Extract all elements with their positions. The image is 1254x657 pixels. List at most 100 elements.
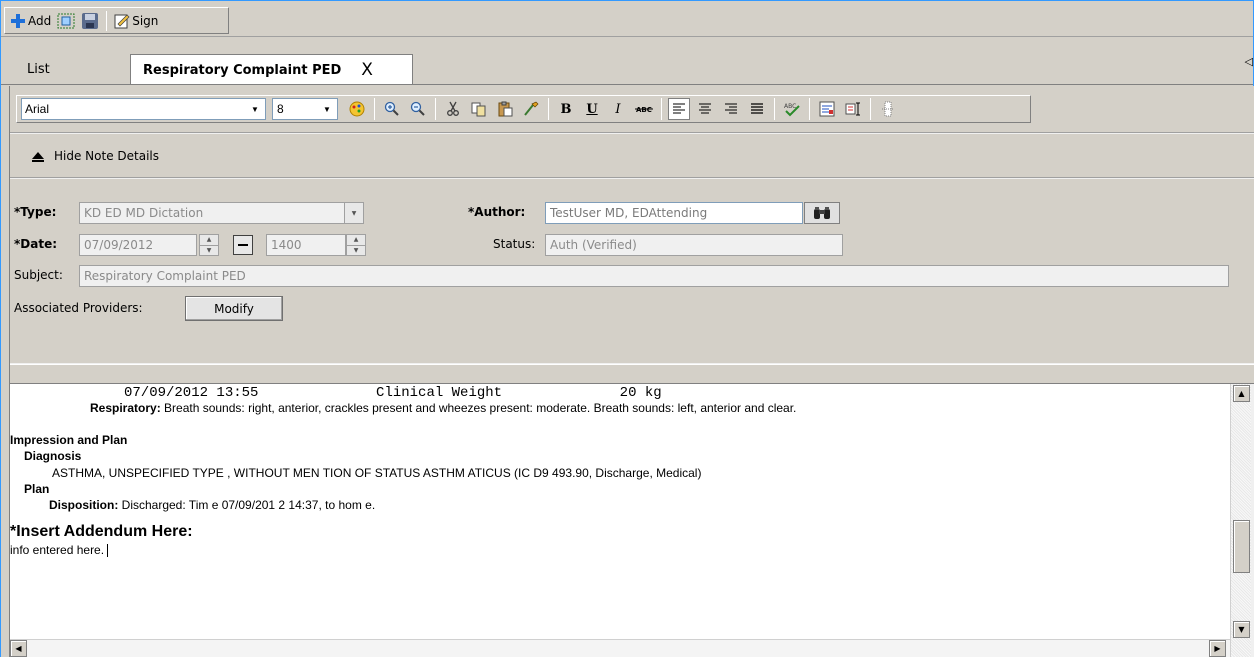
status-field: Auth (Verified): [545, 234, 843, 256]
toolbar-separator: [548, 98, 549, 120]
page-break-icon: [882, 101, 894, 117]
respiratory-text: Breath sounds: right, anterior, crackles…: [160, 401, 797, 415]
bold-button[interactable]: B: [555, 98, 577, 120]
splitter-bar[interactable]: [10, 364, 1254, 384]
date-spinner[interactable]: ▲ ▼: [199, 234, 219, 256]
scroll-left-icon[interactable]: ◀: [10, 640, 27, 657]
paste-button[interactable]: [494, 98, 516, 120]
disk-icon: [82, 12, 99, 29]
close-tab-icon[interactable]: X: [361, 60, 373, 80]
font-size-value: 8: [277, 102, 284, 116]
tab-strip-divider: [1, 84, 1253, 85]
format-painter-button[interactable]: [520, 98, 542, 120]
color-palette-button[interactable]: [346, 98, 368, 120]
font-name-value: Arial: [25, 102, 50, 116]
add-button[interactable]: Add: [8, 10, 54, 32]
subject-value: Respiratory Complaint PED: [84, 269, 246, 283]
modify-providers-button[interactable]: Modify: [185, 296, 283, 321]
font-size-select[interactable]: 8 ▼: [272, 98, 338, 120]
justify-icon: [751, 103, 763, 114]
note-document-editor[interactable]: 07/09/2012 13:55 Clinical Weight 20 kg R…: [10, 384, 1230, 639]
scroll-right-icon[interactable]: ▶: [1209, 640, 1226, 657]
format-toolbar: Arial ▼ 8 ▼ B U I ABC ABC: [10, 86, 1254, 133]
strikethrough-button[interactable]: ABC: [633, 98, 655, 120]
tab-strip: List Respiratory Complaint PED X ◁: [1, 45, 1253, 85]
spin-down-icon: ▼: [206, 246, 212, 254]
subject-label: Subject:: [14, 268, 63, 282]
impression-heading: Impression and Plan: [10, 433, 127, 447]
horizontal-scrollbar[interactable]: ◀ ▶: [10, 639, 1230, 657]
save-button[interactable]: [78, 10, 102, 32]
toolbar-separator: [661, 98, 662, 120]
zoom-out-button[interactable]: [407, 98, 429, 120]
author-search-button[interactable]: [804, 202, 840, 224]
vertical-scrollbar[interactable]: ▲ ▼: [1230, 384, 1251, 657]
respiratory-line: Respiratory: Breath sounds: right, anter…: [90, 401, 796, 415]
diagnosis-text: ASTHMA, UNSPECIFIED TYPE , WITHOUT MEN T…: [52, 466, 702, 480]
scroll-up-icon[interactable]: ▲: [1233, 385, 1250, 402]
justify-button[interactable]: [746, 98, 768, 120]
status-label: Status:: [493, 237, 536, 251]
scroll-down-icon[interactable]: ▼: [1233, 621, 1250, 638]
align-left-button[interactable]: [668, 98, 690, 120]
insert-field-button[interactable]: [842, 98, 864, 120]
spell-check-icon: ABC: [784, 103, 800, 117]
page-break-button[interactable]: [877, 98, 899, 120]
fit-view-icon: [57, 13, 75, 28]
copy-icon: [471, 102, 486, 117]
hide-note-details-toggle[interactable]: Hide Note Details: [10, 134, 1254, 178]
toolbar-separator: [870, 98, 871, 120]
type-select[interactable]: KD ED MD Dictation: [79, 202, 364, 224]
scissors-icon: [447, 101, 459, 116]
modify-button-label: Modify: [214, 301, 254, 316]
clinical-weight-line: 07/09/2012 13:55 Clinical Weight 20 kg: [124, 385, 662, 401]
palette-icon: [349, 101, 365, 117]
time-field[interactable]: 1400: [266, 234, 346, 256]
spell-check-button[interactable]: ABC: [781, 98, 803, 120]
tab-active-label: Respiratory Complaint PED: [143, 62, 342, 78]
tab-respiratory-complaint[interactable]: Respiratory Complaint PED X: [130, 54, 413, 85]
chevron-down-icon[interactable]: ▼: [319, 100, 335, 118]
time-spinner[interactable]: ▲ ▼: [346, 234, 366, 256]
respiratory-label: Respiratory:: [90, 401, 161, 415]
italic-button[interactable]: I: [607, 98, 629, 120]
date-field[interactable]: 07/09/2012: [79, 234, 197, 256]
type-label: *Type:: [14, 205, 57, 219]
top-toolbar: Add Sign: [1, 1, 1253, 37]
author-field[interactable]: TestUser MD, EDAttending: [545, 202, 803, 224]
underline-button[interactable]: U: [581, 98, 603, 120]
form-button[interactable]: [816, 98, 838, 120]
chevron-down-icon: ▼: [351, 209, 357, 217]
diagnosis-heading-text: Diagnosis: [24, 449, 82, 463]
align-right-button[interactable]: [720, 98, 742, 120]
binoculars-icon: [814, 207, 830, 219]
zoom-in-button[interactable]: [381, 98, 403, 120]
plan-heading-text: Plan: [24, 482, 50, 496]
type-dropdown-button[interactable]: ▼: [344, 202, 364, 224]
scrollbar-thumb[interactable]: [1233, 520, 1250, 573]
format-toolbar-group: Arial ▼ 8 ▼ B U I ABC ABC: [16, 95, 1031, 123]
addendum-heading: *Insert Addendum Here:: [10, 523, 193, 540]
align-center-button[interactable]: [694, 98, 716, 120]
svg-text:ABC: ABC: [636, 106, 652, 114]
copy-button[interactable]: [468, 98, 490, 120]
collapse-up-icon: [32, 152, 44, 162]
tab-list[interactable]: List: [10, 54, 130, 84]
date-label: *Date:: [14, 237, 58, 251]
time-value: 1400: [271, 238, 302, 252]
chevron-down-icon[interactable]: ▼: [247, 100, 263, 118]
format-painter-icon: [524, 101, 539, 116]
fit-view-button[interactable]: [54, 10, 78, 32]
note-panel: Arial ▼ 8 ▼ B U I ABC ABC Hide Note Deta…: [9, 86, 1254, 657]
spin-up-icon: ▲: [347, 235, 365, 246]
sign-button[interactable]: Sign: [111, 10, 161, 32]
addendum-text-line[interactable]: info entered here.: [10, 543, 109, 558]
tab-scroll-left-icon[interactable]: ◁: [1245, 55, 1253, 68]
hide-note-details-label: Hide Note Details: [54, 148, 159, 163]
cut-button[interactable]: [442, 98, 464, 120]
font-name-select[interactable]: Arial ▼: [21, 98, 266, 120]
spin-down-icon: ▼: [353, 246, 359, 254]
subject-field[interactable]: Respiratory Complaint PED: [79, 265, 1229, 287]
impression-heading-text: Impression and Plan: [10, 433, 128, 447]
date-minus-button[interactable]: [233, 235, 253, 255]
